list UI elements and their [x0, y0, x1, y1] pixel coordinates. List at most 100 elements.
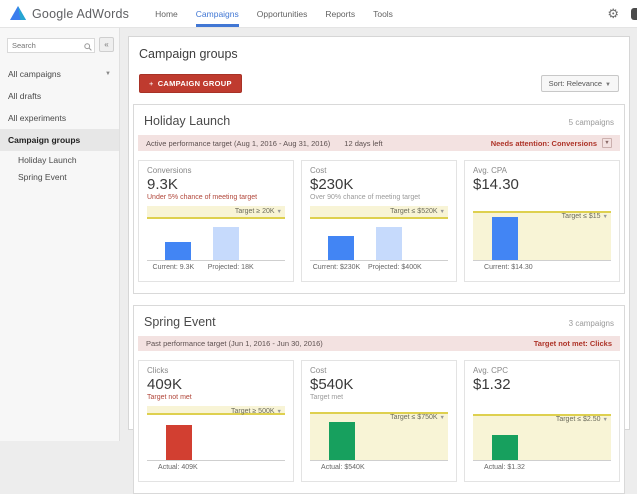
- bar-value-label: Projected: $400K: [368, 264, 422, 271]
- sidebar-item-holiday-launch[interactable]: Holiday Launch: [0, 151, 119, 168]
- group-name: Spring Event: [144, 315, 216, 329]
- chevron-down-icon: ▼: [605, 82, 611, 88]
- chevron-down-icon: ▼: [440, 209, 445, 215]
- nav-tools[interactable]: Tools: [373, 0, 393, 27]
- target-dropdown[interactable]: Target ≤ $520K▼: [390, 208, 445, 215]
- adwords-logo-icon: [10, 0, 26, 27]
- top-bar: Google AdWords Home Campaigns Opportunit…: [0, 0, 637, 28]
- campaign-groups-panel: Campaign groups + CAMPAIGN GROUP Sort: Re…: [128, 36, 630, 430]
- chart-bar: [166, 425, 192, 460]
- sort-dropdown[interactable]: Sort: Relevance▼: [541, 75, 619, 92]
- target-dropdown[interactable]: Target ≥ 500K▼: [231, 408, 282, 415]
- metric-bar-chart: Target ≥ 500K▼: [147, 406, 285, 461]
- metric-subtitle: Target met: [310, 394, 448, 403]
- metric-bar-chart: Target ≤ $15▼: [473, 206, 611, 261]
- nav-campaigns[interactable]: Campaigns: [196, 0, 239, 27]
- chevron-down-icon: ▼: [277, 409, 282, 415]
- bar-labels: Actual: 409K: [147, 464, 285, 474]
- controls-row: + CAMPAIGN GROUP Sort: Relevance▼: [139, 74, 619, 93]
- nav-home[interactable]: Home: [155, 0, 178, 27]
- gear-icon[interactable]: ⚙: [607, 0, 619, 27]
- bar-value-label: Actual: $1.32: [484, 464, 525, 471]
- metric-bar-chart: Target ≤ $750K▼: [310, 406, 448, 461]
- search-box: [7, 35, 95, 53]
- main-area: Campaign groups + CAMPAIGN GROUP Sort: Re…: [120, 28, 637, 441]
- sidebar-item-label: Holiday Launch: [18, 155, 77, 165]
- campaign-group-spring-event: Spring Event 3 campaigns Past performance …: [133, 305, 625, 494]
- campaign-group-holiday-launch: Holiday Launch 5 campaigns Active performa…: [133, 104, 625, 294]
- bar-value-label: Projected: 18K: [208, 264, 254, 271]
- sidebar-item-all-drafts[interactable]: All drafts: [0, 85, 119, 107]
- group-header: Holiday Launch 5 campaigns: [134, 105, 624, 135]
- metric-card-avg-cpc: Avg. CPC$1.32 Target ≤ $2.50▼ Actual: $1.3…: [464, 360, 620, 482]
- metric-card-clicks: Clicks409KTarget not met Target ≥ 500K▼ Ac…: [138, 360, 294, 482]
- target-dropdown[interactable]: Target ≥ 20K▼: [235, 208, 282, 215]
- bar-labels: Current: $230K Projected: $400K: [310, 264, 448, 274]
- bar-value-label: Current: $230K: [313, 264, 360, 271]
- metric-subtitle: Under 5% chance of meeting target: [147, 194, 285, 203]
- target-dropdown[interactable]: Target ≤ $2.50▼: [556, 416, 608, 423]
- performance-target-banner: Past performance target (Jun 1, 2016 - J…: [138, 336, 620, 351]
- metric-label: Clicks: [147, 366, 285, 375]
- bar-value-label: Actual: 409K: [158, 464, 198, 471]
- metrics-row: Conversions9.3KUnder 5% chance of meetin…: [134, 151, 624, 293]
- bar-labels: Current: $14.30: [473, 264, 611, 274]
- metric-label: Cost: [310, 166, 448, 175]
- sidebar-item-label: All experiments: [8, 113, 66, 123]
- chevron-down-icon[interactable]: ▼: [602, 138, 612, 148]
- metrics-row: Clicks409KTarget not met Target ≥ 500K▼ Ac…: [134, 351, 624, 493]
- add-campaign-group-button[interactable]: + CAMPAIGN GROUP: [139, 74, 242, 93]
- metric-card-conversions: Conversions9.3KUnder 5% chance of meetin…: [138, 160, 294, 282]
- sidebar-item-campaign-groups[interactable]: Campaign groups: [0, 129, 119, 151]
- sidebar: « All campaigns ▼ All drafts All experim…: [0, 28, 120, 441]
- metric-label: Avg. CPA: [473, 166, 611, 175]
- metric-value: $540K: [310, 376, 448, 393]
- sidebar-item-label: All drafts: [8, 91, 41, 101]
- nav-opportunities[interactable]: Opportunities: [257, 0, 308, 27]
- banner-target-text: Past performance target (Jun 1, 2016 - J…: [146, 339, 323, 348]
- notification-icon[interactable]: [631, 8, 637, 20]
- group-campaign-count: 5 campaigns: [569, 118, 614, 127]
- metric-label: Avg. CPC: [473, 366, 611, 375]
- plus-icon: +: [149, 79, 154, 88]
- banner-status-text: Needs attention: Conversions: [491, 139, 597, 148]
- chevron-down-icon: ▼: [603, 417, 608, 423]
- sidebar-item-all-experiments[interactable]: All experiments: [0, 107, 119, 129]
- metric-bar-chart: Target ≤ $520K▼: [310, 206, 448, 261]
- sidebar-item-all-campaigns[interactable]: All campaigns ▼: [0, 63, 119, 85]
- brand-title: Google AdWords: [32, 0, 129, 27]
- metric-value: 409K: [147, 376, 285, 393]
- group-campaign-count: 3 campaigns: [569, 319, 614, 328]
- performance-target-banner: Active performance target (Aug 1, 2016 -…: [138, 135, 620, 151]
- chart-bar: [492, 217, 518, 260]
- bar-labels: Current: 9.3KProjected: 18K: [147, 264, 285, 274]
- group-name: Holiday Launch: [144, 114, 230, 128]
- add-campaign-group-label: CAMPAIGN GROUP: [158, 79, 232, 88]
- sidebar-item-spring-event[interactable]: Spring Event: [0, 168, 119, 185]
- search-input[interactable]: [7, 38, 95, 53]
- chevron-down-icon: ▼: [105, 71, 111, 77]
- target-dropdown[interactable]: Target ≤ $15▼: [562, 213, 608, 220]
- metric-value: 9.3K: [147, 176, 285, 193]
- metric-subtitle: Target not met: [147, 394, 285, 403]
- metric-bar-chart: Target ≥ 20K▼: [147, 206, 285, 261]
- banner-days-left: 12 days left: [344, 139, 382, 148]
- metric-subtitle: Over 90% chance of meeting target: [310, 194, 448, 203]
- sidebar-list: All campaigns ▼ All drafts All experimen…: [0, 63, 119, 185]
- nav-reports[interactable]: Reports: [325, 0, 355, 27]
- chart-bar: [213, 227, 239, 260]
- bar-value-label: Current: $14.30: [484, 264, 533, 271]
- target-dropdown[interactable]: Target ≤ $750K▼: [390, 414, 445, 421]
- bar-labels: Actual: $540K: [310, 464, 448, 474]
- topbar-spacer: [393, 0, 607, 27]
- sidebar-item-label: Spring Event: [18, 172, 67, 182]
- banner-status-text: Target not met: Clicks: [534, 339, 612, 348]
- metric-label: Cost: [310, 366, 448, 375]
- page-title: Campaign groups: [139, 47, 629, 61]
- metric-value: $1.32: [473, 376, 611, 393]
- metric-card-cost: Cost$230KOver 90% chance of meeting targ…: [301, 160, 457, 282]
- groups-container: Holiday Launch 5 campaigns Active performa…: [129, 104, 629, 494]
- metric-value: $14.30: [473, 176, 611, 193]
- sidebar-collapse-button[interactable]: «: [99, 37, 114, 52]
- bar-value-label: Actual: $540K: [321, 464, 365, 471]
